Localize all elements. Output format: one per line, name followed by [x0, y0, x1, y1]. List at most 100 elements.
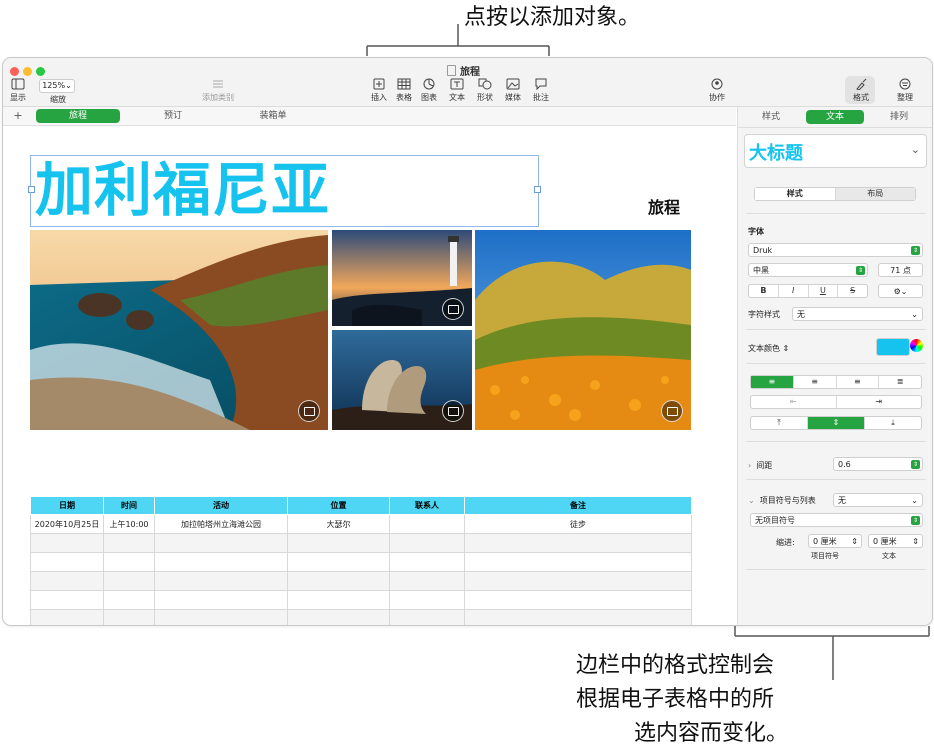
bullet-type-select[interactable]: 无项目符号 ⇕: [750, 513, 923, 527]
table-cell[interactable]: [287, 590, 390, 610]
indent-bullet-field[interactable]: 0 厘米 ⇕: [808, 534, 862, 548]
decrease-indent-button[interactable]: ⇤: [751, 396, 837, 408]
increase-indent-button[interactable]: ⇥: [837, 396, 922, 408]
char-style-select[interactable]: 无 ⌄: [792, 307, 923, 321]
table-cell[interactable]: [464, 590, 692, 610]
bullets-select[interactable]: 无 ⌄: [833, 493, 923, 507]
align-center-button[interactable]: ≡: [794, 376, 837, 388]
table-cell[interactable]: [154, 533, 288, 553]
column-header[interactable]: 位置: [287, 496, 390, 515]
table-cell[interactable]: 徒步: [464, 514, 692, 534]
photo-poppy-field[interactable]: [475, 230, 691, 430]
font-weight-select[interactable]: 中黑 ⇕: [748, 263, 868, 277]
table-cell[interactable]: 2020年10月25日: [30, 514, 104, 534]
table-cell[interactable]: [389, 590, 465, 610]
justify-button[interactable]: ≣: [879, 376, 921, 388]
align-middle-button[interactable]: ⇕: [808, 417, 865, 429]
table-cell[interactable]: [464, 552, 692, 572]
add-category-button[interactable]: 添加类别: [193, 78, 243, 103]
column-header[interactable]: 联系人: [389, 496, 465, 515]
minimize-window-button[interactable]: [23, 67, 32, 76]
indent-text-field[interactable]: 0 厘米 ⇕: [868, 534, 923, 548]
strikethrough-button[interactable]: S: [838, 285, 867, 297]
table-cell[interactable]: 大瑟尔: [287, 514, 390, 534]
segment-style[interactable]: 样式: [755, 188, 836, 200]
heading-text-box[interactable]: 加利福尼亚: [28, 155, 541, 227]
tab-text[interactable]: 文本: [806, 110, 864, 124]
bold-button[interactable]: B: [749, 285, 779, 297]
column-header[interactable]: 活动: [154, 496, 288, 515]
table-cell[interactable]: [287, 533, 390, 553]
text-options-button[interactable]: ⚙⌄: [878, 284, 923, 298]
table-cell[interactable]: [103, 590, 155, 610]
italic-button[interactable]: I: [779, 285, 809, 297]
table-cell[interactable]: [389, 571, 465, 591]
table-cell[interactable]: [464, 609, 692, 625]
table-cell[interactable]: [389, 514, 465, 534]
selection-handle[interactable]: [534, 186, 541, 193]
table-cell[interactable]: [154, 609, 288, 625]
zoom-window-button[interactable]: [36, 67, 45, 76]
segment-layout[interactable]: 布局: [835, 188, 915, 200]
table-cell[interactable]: [154, 571, 288, 591]
table-cell[interactable]: [103, 533, 155, 553]
text-color-well[interactable]: [876, 338, 910, 356]
table-cell[interactable]: 上午10:00: [103, 514, 155, 534]
table-cell[interactable]: [389, 609, 465, 625]
photo-placeholder-icon[interactable]: [442, 298, 464, 320]
photo-placeholder-icon[interactable]: [661, 400, 683, 422]
table-cell[interactable]: [30, 590, 104, 610]
font-size-field[interactable]: 71 点: [878, 263, 923, 277]
table-cell[interactable]: [30, 609, 104, 625]
table-cell[interactable]: [287, 571, 390, 591]
tab-style[interactable]: 样式: [746, 110, 796, 124]
table-cell[interactable]: [389, 533, 465, 553]
selection-handle[interactable]: [28, 186, 35, 193]
align-right-button[interactable]: ≡: [837, 376, 880, 388]
tab-bookings[interactable]: 预订: [131, 109, 215, 123]
align-top-button[interactable]: ⤒: [751, 417, 808, 429]
organize-button[interactable]: 整理: [887, 78, 923, 103]
close-window-button[interactable]: [10, 67, 19, 76]
format-button[interactable]: 格式: [843, 78, 879, 103]
color-wheel-icon[interactable]: [910, 339, 923, 352]
tab-arrange[interactable]: 排列: [874, 110, 924, 124]
table-cell[interactable]: 加拉帕塔州立海滩公园: [154, 514, 288, 534]
table-cell[interactable]: [30, 552, 104, 572]
table-cell[interactable]: [30, 533, 104, 553]
table-cell[interactable]: [287, 609, 390, 625]
column-header[interactable]: 日期: [30, 496, 104, 515]
bullets-disclosure[interactable]: ⌄ 项目符号与列表: [748, 495, 816, 506]
table-cell[interactable]: [464, 571, 692, 591]
photo-placeholder-icon[interactable]: [298, 400, 320, 422]
underline-button[interactable]: U: [809, 285, 839, 297]
table-cell[interactable]: [389, 552, 465, 572]
column-header[interactable]: 时间: [103, 496, 155, 515]
paragraph-style-dropdown[interactable]: 大标题 ⌄: [744, 134, 927, 168]
table-cell[interactable]: [464, 533, 692, 553]
photo-coast[interactable]: [30, 230, 328, 430]
spacing-disclosure[interactable]: › 间距: [748, 460, 772, 471]
table-cell[interactable]: [287, 552, 390, 572]
align-left-button[interactable]: ≡: [751, 376, 794, 388]
tab-packing-list[interactable]: 装箱单: [231, 109, 315, 123]
spacing-select[interactable]: 0.6 ⇕: [833, 457, 923, 471]
table-cell[interactable]: [30, 571, 104, 591]
tab-itinerary[interactable]: 旅程: [36, 109, 120, 123]
table-cell[interactable]: [154, 590, 288, 610]
table-cell[interactable]: [154, 552, 288, 572]
table-cell[interactable]: [103, 552, 155, 572]
font-name-select[interactable]: Druk ⇕: [748, 243, 923, 257]
view-button[interactable]: 显示: [3, 78, 36, 103]
add-sheet-button[interactable]: +: [11, 109, 25, 123]
photo-placeholder-icon[interactable]: [442, 400, 464, 422]
zoom-dropdown[interactable]: 125%⌄: [39, 79, 75, 93]
table-cell[interactable]: [103, 571, 155, 591]
itinerary-table[interactable]: 日期 时间 活动 位置 联系人 备注 2020年10月25日 上午10:00 加拉帕…: [30, 496, 692, 625]
table-cell[interactable]: [103, 609, 155, 625]
photo-sea-lions[interactable]: [332, 330, 472, 430]
collaborate-button[interactable]: 协作: [699, 78, 735, 103]
photo-lighthouse[interactable]: [332, 230, 472, 326]
comment-button[interactable]: 批注: [523, 78, 559, 103]
align-bottom-button[interactable]: ⤓: [865, 417, 921, 429]
